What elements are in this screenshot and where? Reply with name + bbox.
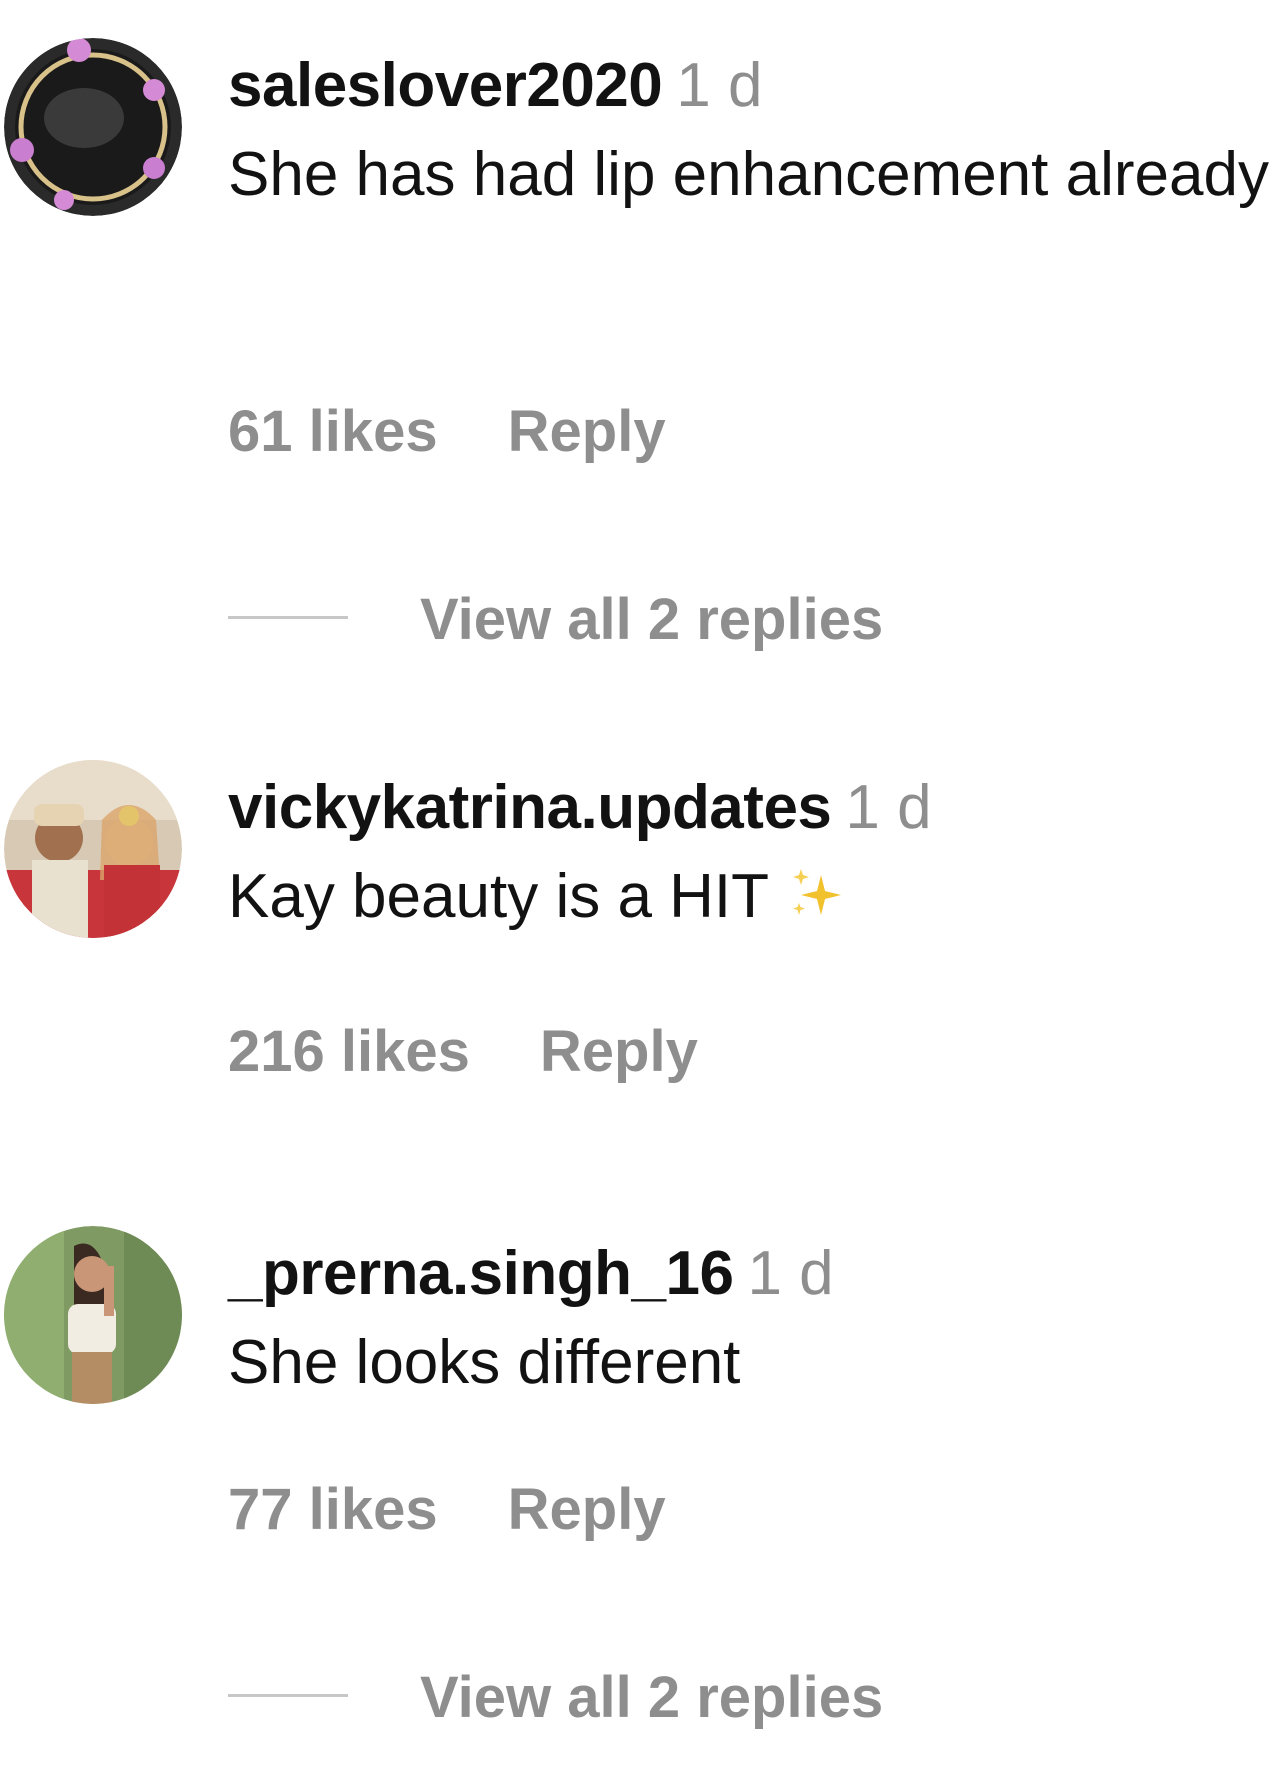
reply-button[interactable]: Reply — [540, 1019, 698, 1084]
divider-line — [228, 1694, 348, 1698]
likes-count[interactable]: 61 likes — [228, 399, 438, 464]
comment-text-content: Kay beauty is a HIT — [228, 862, 770, 931]
view-replies-label: View all 2 replies — [420, 587, 884, 652]
sparkles-icon — [787, 854, 845, 915]
timestamp: 1 d — [747, 1239, 834, 1308]
timestamp: 1 d — [845, 773, 932, 842]
view-replies-label: View all 2 replies — [420, 1665, 884, 1730]
avatar[interactable] — [4, 1226, 182, 1404]
likes-count[interactable]: 216 likes — [228, 1019, 470, 1084]
comment-header: saleslover2020 1 d — [228, 50, 1280, 122]
username[interactable]: saleslover2020 — [228, 51, 663, 120]
comment-actions: 77 likes Reply — [228, 1476, 666, 1543]
comment-actions: 216 likes Reply — [228, 1018, 698, 1085]
comment-body: vickykatrina.updates 1 d Kay beauty is a … — [228, 772, 1280, 946]
comment-text: She has had lip enhancement already — [228, 140, 1269, 209]
comment-body: _prerna.singh_16 1 d She looks different — [228, 1238, 1280, 1412]
avatar[interactable] — [4, 760, 182, 938]
avatar[interactable] — [4, 38, 182, 216]
reply-button[interactable]: Reply — [508, 1477, 666, 1542]
username[interactable]: _prerna.singh_16 — [228, 1239, 734, 1308]
view-replies-button[interactable]: View all 2 replies — [228, 1664, 883, 1731]
comment-header: vickykatrina.updates 1 d — [228, 772, 1280, 844]
username[interactable]: vickykatrina.updates — [228, 773, 832, 842]
likes-count[interactable]: 77 likes — [228, 1477, 438, 1542]
comment-header: _prerna.singh_16 1 d — [228, 1238, 1280, 1310]
timestamp: 1 d — [676, 51, 763, 120]
view-replies-button[interactable]: View all 2 replies — [228, 586, 883, 653]
comment-actions: 61 likes Reply — [228, 398, 666, 465]
divider-line — [228, 616, 348, 620]
comment-text: Kay beauty is a HIT — [228, 848, 1280, 946]
reply-button[interactable]: Reply — [508, 399, 666, 464]
comment-body: saleslover2020 1 d She has had lip enhanc… — [228, 50, 1280, 224]
comment-text: She looks different — [228, 1328, 741, 1397]
